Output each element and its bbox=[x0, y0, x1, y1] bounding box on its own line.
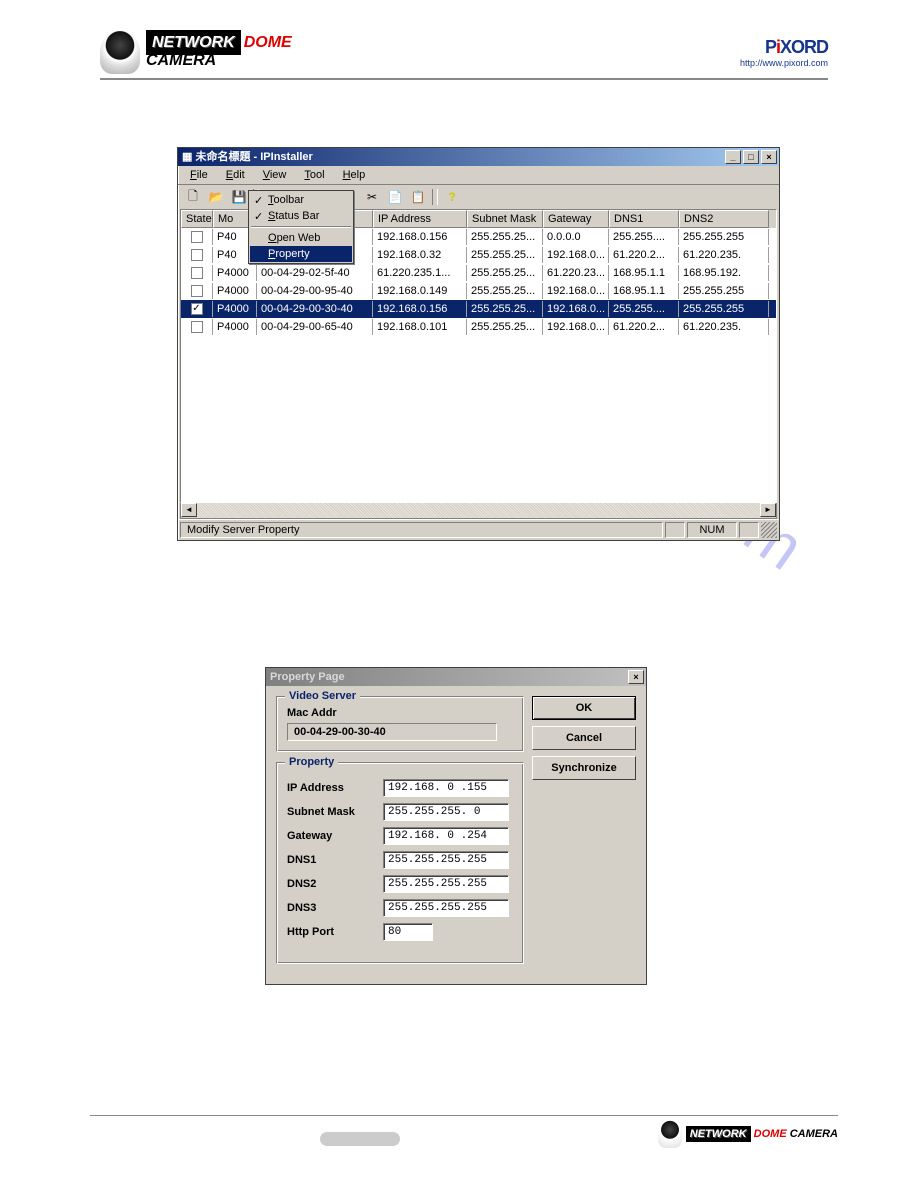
menu-item-property[interactable]: Property bbox=[250, 246, 352, 262]
subnet-input[interactable]: 255.255.255. 0 bbox=[383, 803, 509, 821]
statusbar: Modify Server Property NUM bbox=[178, 519, 779, 540]
save-icon[interactable]: 💾 bbox=[228, 187, 250, 207]
minimize-button[interactable]: _ bbox=[725, 150, 741, 164]
page-footer: NETWORK DOME CAMERA bbox=[90, 1115, 838, 1148]
close-button[interactable]: × bbox=[761, 150, 777, 164]
scroll-right-icon[interactable]: ► bbox=[760, 503, 776, 517]
footer-logo: NETWORK DOME CAMERA bbox=[686, 1128, 838, 1140]
titlebar[interactable]: ▦ 未命名標題 - IPInstaller _ □ × bbox=[178, 148, 779, 166]
view-dropdown: Toolbar Status Bar Open Web Property bbox=[248, 190, 354, 264]
dome-icon bbox=[100, 30, 140, 74]
status-spacer2 bbox=[739, 522, 759, 538]
col-subnet[interactable]: Subnet Mask bbox=[467, 210, 543, 228]
dome-text: DOME bbox=[244, 34, 292, 51]
gateway-label: Gateway bbox=[287, 830, 383, 842]
checkbox[interactable] bbox=[191, 303, 203, 315]
status-num: NUM bbox=[687, 522, 737, 538]
subnet-label: Subnet Mask bbox=[287, 806, 383, 818]
window-title: 未命名標題 - IPInstaller bbox=[195, 148, 312, 166]
checkbox[interactable] bbox=[191, 249, 203, 261]
paste-icon[interactable]: 📋 bbox=[407, 187, 429, 207]
logo-right: PiXORD http://www.pixord.com bbox=[740, 37, 828, 68]
logo-left: NETWORK DOME CAMERA bbox=[100, 30, 292, 74]
table-row[interactable]: P400000-04-29-00-65-40192.168.0.101255.2… bbox=[181, 318, 776, 336]
scroll-left-icon[interactable]: ◄ bbox=[181, 503, 197, 517]
table-row[interactable]: P400000-04-29-00-30-40192.168.0.156255.2… bbox=[181, 300, 776, 318]
pixord-logo: PiXORD bbox=[740, 37, 828, 58]
ip-input[interactable]: 192.168. 0 .155 bbox=[383, 779, 509, 797]
mac-value: 00-04-29-00-30-40 bbox=[287, 723, 497, 741]
checkbox[interactable] bbox=[191, 267, 203, 279]
http-label: Http Port bbox=[287, 926, 383, 938]
app-icon: ▦ bbox=[182, 148, 192, 166]
dialog-titlebar[interactable]: Property Page × bbox=[266, 668, 646, 686]
ip-label: IP Address bbox=[287, 782, 383, 794]
checkbox[interactable] bbox=[191, 285, 203, 297]
menu-item-openweb[interactable]: Open Web bbox=[250, 230, 352, 246]
camera-text: CAMERA bbox=[146, 52, 216, 69]
cut-icon[interactable]: ✂ bbox=[361, 187, 383, 207]
http-input[interactable]: 80 bbox=[383, 923, 433, 941]
dialog-title: Property Page bbox=[270, 668, 345, 686]
dns3-label: DNS3 bbox=[287, 902, 383, 914]
open-icon[interactable]: 📂 bbox=[205, 187, 227, 207]
property-legend: Property bbox=[285, 756, 338, 768]
checkbox[interactable] bbox=[191, 321, 203, 333]
col-state[interactable]: State bbox=[181, 210, 213, 228]
video-server-legend: Video Server bbox=[285, 690, 360, 702]
page-header: NETWORK DOME CAMERA PiXORD http://www.pi… bbox=[0, 0, 918, 74]
dialog-close-button[interactable]: × bbox=[628, 670, 644, 684]
dome-icon-small bbox=[658, 1120, 682, 1148]
horizontal-scrollbar[interactable]: ◄ ► bbox=[180, 503, 777, 519]
new-icon[interactable]: 🗋 bbox=[182, 187, 204, 207]
help-icon[interactable]: ? bbox=[441, 187, 463, 207]
menu-edit[interactable]: Edit bbox=[218, 168, 253, 182]
property-dialog: Property Page × Video Server Mac Addr 00… bbox=[265, 667, 647, 985]
table-row[interactable]: P400000-04-29-02-5f-4061.220.235.1...255… bbox=[181, 264, 776, 282]
col-dns1[interactable]: DNS1 bbox=[609, 210, 679, 228]
status-text: Modify Server Property bbox=[180, 522, 663, 538]
menu-tool[interactable]: Tool bbox=[296, 168, 332, 182]
dns3-input[interactable]: 255.255.255.255 bbox=[383, 899, 509, 917]
menu-help[interactable]: Help bbox=[335, 168, 374, 182]
status-spacer bbox=[665, 522, 685, 538]
property-group: Property IP Address 192.168. 0 .155 Subn… bbox=[276, 762, 524, 964]
col-gateway[interactable]: Gateway bbox=[543, 210, 609, 228]
menu-item-statusbar[interactable]: Status Bar bbox=[250, 208, 352, 224]
table-body[interactable]: P409-40192.168.0.156255.255.25...0.0.0.0… bbox=[181, 228, 776, 502]
copy-icon[interactable]: 📄 bbox=[384, 187, 406, 207]
dns2-label: DNS2 bbox=[287, 878, 383, 890]
cancel-button[interactable]: Cancel bbox=[532, 726, 636, 750]
logo-text-block: NETWORK DOME CAMERA bbox=[146, 34, 292, 70]
header-rule bbox=[100, 78, 828, 80]
scroll-track[interactable] bbox=[197, 503, 760, 518]
menu-file[interactable]: File bbox=[182, 168, 216, 182]
col-ip[interactable]: IP Address bbox=[373, 210, 467, 228]
table-row[interactable]: P400000-04-29-00-95-40192.168.0.149255.2… bbox=[181, 282, 776, 300]
resize-grip-icon[interactable] bbox=[761, 522, 777, 538]
gateway-input[interactable]: 192.168. 0 .254 bbox=[383, 827, 509, 845]
synchronize-button[interactable]: Synchronize bbox=[532, 756, 636, 780]
video-server-group: Video Server Mac Addr 00-04-29-00-30-40 bbox=[276, 696, 524, 752]
menu-item-toolbar[interactable]: Toolbar bbox=[250, 192, 352, 208]
col-dns2[interactable]: DNS2 bbox=[679, 210, 769, 228]
dns2-input[interactable]: 255.255.255.255 bbox=[383, 875, 509, 893]
checkbox[interactable] bbox=[191, 231, 203, 243]
pixord-url: http://www.pixord.com bbox=[740, 58, 828, 68]
dns1-label: DNS1 bbox=[287, 854, 383, 866]
dns1-input[interactable]: 255.255.255.255 bbox=[383, 851, 509, 869]
menu-view[interactable]: View bbox=[255, 168, 295, 182]
menubar: File Edit View Tool Help bbox=[178, 166, 779, 184]
ok-button[interactable]: OK bbox=[532, 696, 636, 720]
mac-label: Mac Addr bbox=[287, 707, 513, 719]
maximize-button[interactable]: □ bbox=[743, 150, 759, 164]
